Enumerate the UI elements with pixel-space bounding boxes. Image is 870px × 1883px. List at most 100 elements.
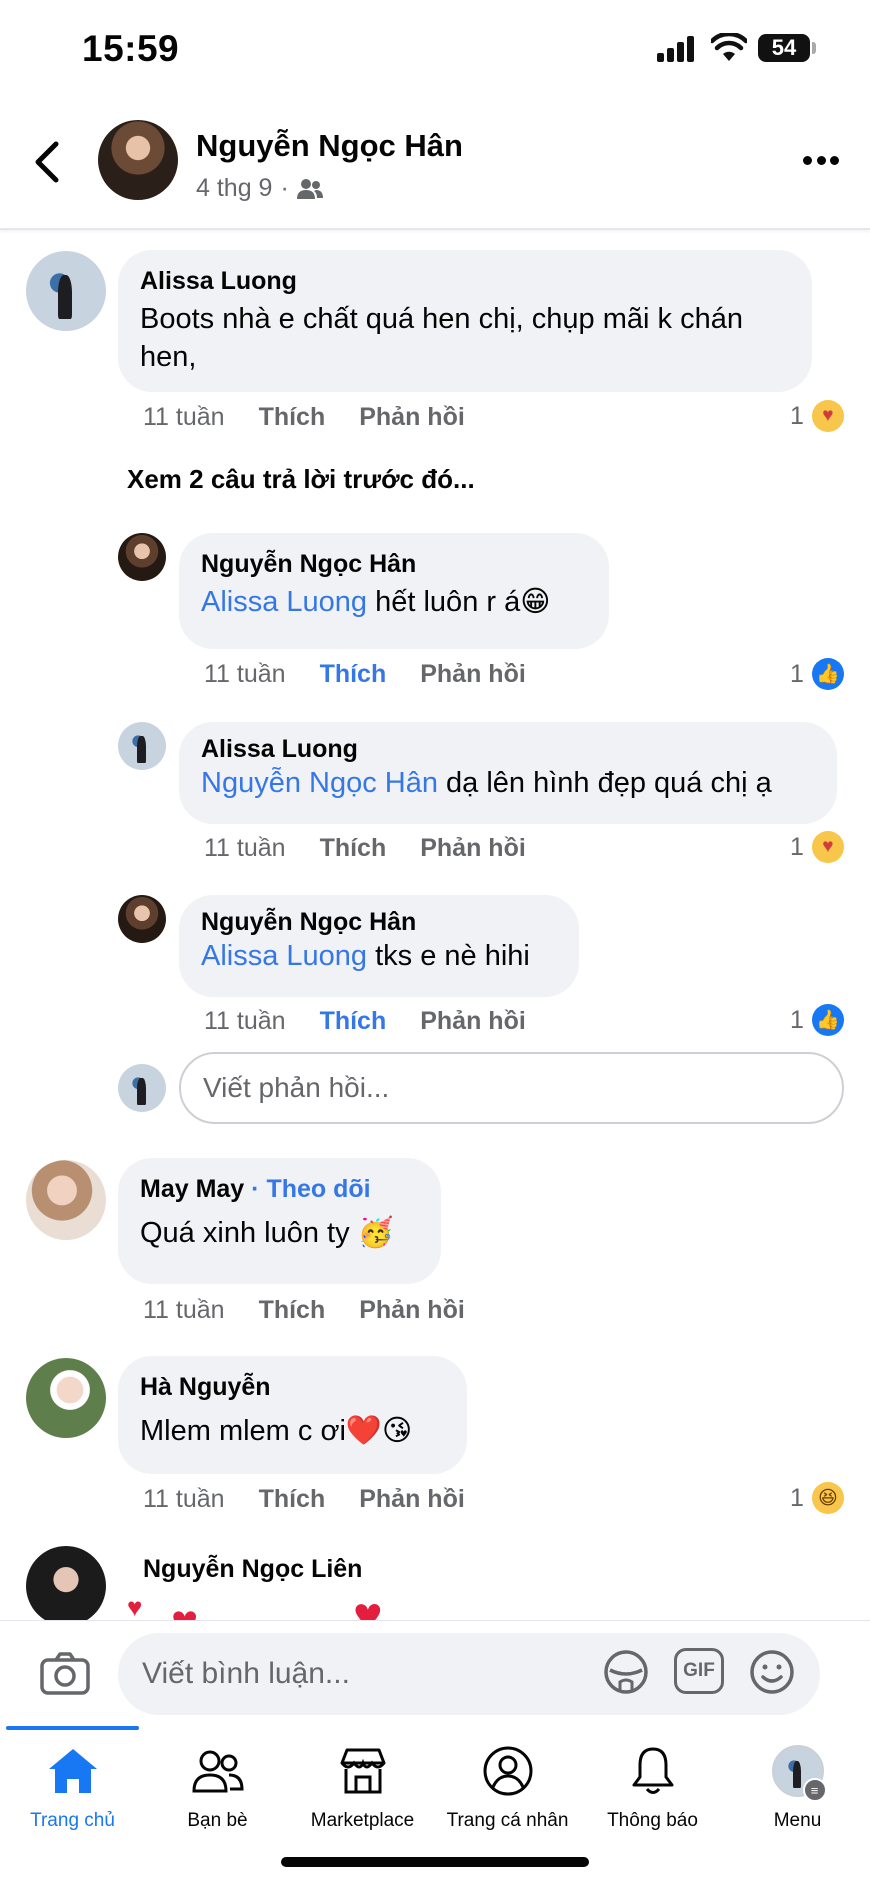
- tab-home[interactable]: Trang chủ: [0, 1744, 145, 1844]
- comment-bubble[interactable]: May May · Theo dõi Quá xinh luôn ty 🥳: [118, 1158, 441, 1284]
- camera-icon[interactable]: [40, 1651, 90, 1695]
- reply-text-line: Nguyễn Ngọc Hân dạ lên hình đẹp quá chị …: [201, 764, 815, 802]
- avatar[interactable]: [26, 1546, 106, 1626]
- tab-friends[interactable]: Bạn bè: [145, 1744, 290, 1844]
- reply-bubble[interactable]: Nguyễn Ngọc Hân Alissa Luong tks e nè hi…: [179, 895, 579, 997]
- friends-audience-icon: [296, 178, 323, 199]
- reply-input[interactable]: Viết phản hồi...: [179, 1052, 844, 1124]
- post-author-name[interactable]: Nguyễn Ngọc Hân: [196, 128, 463, 164]
- hearts-decoration: ♥ ♥ ♥: [127, 1587, 457, 1647]
- status-bar: 15:59 54: [0, 0, 870, 100]
- reaction-summary[interactable]: 1 👍: [790, 1004, 844, 1036]
- avatar[interactable]: [26, 1160, 106, 1240]
- like-button[interactable]: Thích: [259, 1485, 326, 1514]
- like-button[interactable]: Thích: [320, 1007, 387, 1036]
- tab-label: Thông báo: [607, 1810, 698, 1831]
- tab-menu[interactable]: ≡ Menu: [725, 1744, 870, 1844]
- tab-profile[interactable]: Trang cá nhân: [435, 1744, 580, 1844]
- reply-actions: 11 tuần Thích Phản hồi: [204, 660, 526, 689]
- reply-text: hết luôn r á😁: [367, 586, 551, 618]
- comment-bubble[interactable]: Hà Nguyễn Mlem mlem c ơi❤️😘: [118, 1356, 467, 1474]
- active-tab-indicator: [6, 1726, 139, 1730]
- reply-bubble[interactable]: Nguyễn Ngọc Hân Alissa Luong hết luôn r …: [179, 533, 609, 649]
- reply-time: 11 tuần: [204, 834, 286, 862]
- battery-tip: [812, 42, 816, 54]
- like-reaction-icon: 👍: [811, 1004, 844, 1036]
- reply-actions: 11 tuần Thích Phản hồi: [204, 1007, 526, 1036]
- comment-author[interactable]: Alissa Luong: [140, 266, 790, 296]
- reply-bubble[interactable]: Alissa Luong Nguyễn Ngọc Hân dạ lên hình…: [179, 722, 837, 824]
- post-date[interactable]: 4 thg 9: [196, 174, 272, 203]
- comment-author[interactable]: Hà Nguyễn: [140, 1372, 445, 1402]
- author-avatar[interactable]: [98, 120, 178, 200]
- follow-button[interactable]: · Theo dõi: [251, 1175, 370, 1203]
- comment-input-placeholder: Viết bình luận...: [142, 1657, 350, 1690]
- comment-actions: 11 tuần Thích Phản hồi: [143, 1296, 465, 1325]
- like-button[interactable]: Thích: [259, 1296, 326, 1325]
- mention-link[interactable]: Alissa Luong: [201, 940, 367, 972]
- tab-label: Menu: [773, 1810, 822, 1831]
- mention-link[interactable]: Alissa Luong: [201, 586, 367, 618]
- gif-icon[interactable]: GIF: [674, 1648, 724, 1694]
- view-previous-replies[interactable]: Xem 2 câu trả lời trước đó...: [127, 464, 475, 495]
- comment-composer: Viết bình luận... GIF: [0, 1620, 870, 1726]
- reply-time: 11 tuần: [204, 660, 286, 688]
- reaction-count: 1: [790, 1483, 804, 1512]
- wifi-icon: [711, 33, 747, 61]
- comment-bubble[interactable]: Alissa Luong Boots nhà e chất quá hen ch…: [118, 250, 812, 392]
- friends-icon: [191, 1744, 245, 1798]
- reaction-count: 1: [790, 401, 804, 430]
- cellular-signal-icon: [657, 36, 697, 62]
- comment-actions: 11 tuần Thích Phản hồi: [143, 1485, 465, 1514]
- comment-time: 11 tuần: [143, 1296, 225, 1324]
- reply-button[interactable]: Phản hồi: [359, 1485, 465, 1514]
- comment-author[interactable]: May May: [140, 1175, 244, 1203]
- care-reaction-icon: ♥: [811, 400, 844, 432]
- comment-text: Mlem mlem c ơi❤️😘: [140, 1415, 413, 1447]
- meta-separator: ·: [280, 174, 289, 202]
- like-button[interactable]: Thích: [259, 403, 326, 432]
- reply-author[interactable]: Nguyễn Ngọc Hân: [201, 549, 587, 579]
- avatar[interactable]: [118, 533, 166, 581]
- tab-notifications[interactable]: Thông báo: [580, 1744, 725, 1844]
- reply-text-line: Alissa Luong tks e nè hihi: [201, 937, 557, 975]
- heart-icon: ♥: [127, 1592, 143, 1622]
- reaction-summary[interactable]: 1 ♥: [790, 400, 844, 432]
- comment-actions: 11 tuần Thích Phản hồi: [143, 403, 465, 432]
- tab-marketplace[interactable]: Marketplace: [290, 1744, 435, 1844]
- reply-button[interactable]: Phản hồi: [359, 403, 465, 432]
- reply-button[interactable]: Phản hồi: [420, 1007, 526, 1036]
- avatar[interactable]: [26, 251, 106, 331]
- reply-button[interactable]: Phản hồi: [420, 660, 526, 689]
- more-options-icon[interactable]: [803, 156, 839, 166]
- reply-author[interactable]: Nguyễn Ngọc Hân: [201, 907, 557, 937]
- reply-button[interactable]: Phản hồi: [359, 1296, 465, 1325]
- reaction-count: 1: [790, 832, 804, 861]
- reaction-summary[interactable]: 1 ♥: [790, 831, 844, 863]
- like-reaction-icon: 👍: [811, 658, 844, 690]
- marketplace-icon: [336, 1744, 390, 1798]
- post-header: Nguyễn Ngọc Hân 4 thg 9 ·: [0, 100, 870, 230]
- reaction-summary[interactable]: 1 😆: [790, 1482, 844, 1514]
- avatar[interactable]: [26, 1358, 106, 1438]
- emoji-icon[interactable]: [748, 1648, 796, 1696]
- comment-time: 11 tuần: [143, 403, 225, 431]
- avatar-sticker-icon[interactable]: [602, 1648, 650, 1696]
- reaction-summary[interactable]: 1 👍: [790, 658, 844, 690]
- back-arrow-icon[interactable]: [32, 140, 62, 184]
- menu-avatar-icon: ≡: [771, 1744, 827, 1802]
- reply-author[interactable]: Alissa Luong: [201, 734, 815, 764]
- mention-link[interactable]: Nguyễn Ngọc Hân: [201, 767, 438, 799]
- home-indicator: [281, 1857, 589, 1867]
- reply-button[interactable]: Phản hồi: [420, 834, 526, 863]
- like-button[interactable]: Thích: [320, 660, 387, 689]
- battery-icon: 54: [758, 34, 810, 62]
- comment-author[interactable]: Nguyễn Ngọc Liên: [143, 1554, 362, 1584]
- like-button[interactable]: Thích: [320, 834, 387, 863]
- comment-text: Quá xinh luôn ty 🥳: [140, 1217, 394, 1249]
- avatar[interactable]: [118, 722, 166, 770]
- reply-text: dạ lên hình đẹp quá chị ạ: [437, 767, 772, 799]
- post-meta: 4 thg 9 ·: [196, 174, 323, 203]
- reply-actions: 11 tuần Thích Phản hồi: [204, 834, 526, 863]
- avatar[interactable]: [118, 895, 166, 943]
